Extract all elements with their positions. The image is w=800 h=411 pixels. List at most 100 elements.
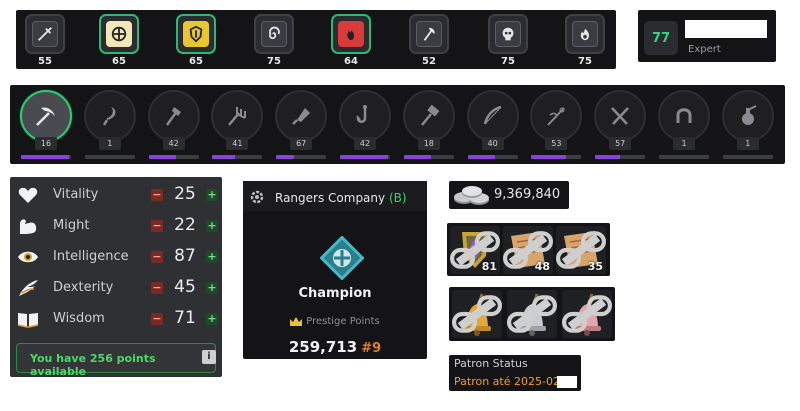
progress-bar-fill — [531, 155, 567, 159]
attribute-value: 25 — [174, 184, 196, 204]
gathering-skill-level: 16 — [35, 137, 57, 150]
coin-stack-icon — [454, 186, 489, 205]
info-icon[interactable]: i — [202, 350, 216, 364]
item-slot-gold-bell[interactable] — [452, 290, 502, 338]
increase-button[interactable]: + — [206, 189, 218, 201]
pickaxe-icon — [20, 90, 72, 142]
item-slot-scroll[interactable]: 48 — [503, 226, 553, 274]
guild-name: Rangers Company (B) — [275, 191, 407, 205]
gathering-skill-5[interactable]: 67 — [273, 90, 329, 162]
gathering-skill-9[interactable]: 53 — [528, 90, 584, 162]
target-icon — [106, 21, 132, 47]
decrease-button[interactable]: − — [151, 313, 163, 325]
combat-skill-5[interactable]: 64 — [328, 14, 374, 68]
progress-bar — [212, 155, 263, 159]
progress-bar — [659, 155, 709, 159]
chain-link-icon — [507, 295, 557, 333]
decrease-button[interactable]: − — [151, 189, 163, 201]
potion-icon — [721, 90, 774, 142]
bow-icon — [466, 90, 519, 142]
attribute-value: 87 — [174, 246, 196, 266]
attribute-row-vitality: Vitality − 25 + — [10, 182, 222, 208]
combat-skills-bar: 55 65 65 75 64 52 75 75 — [16, 10, 616, 69]
decrease-button[interactable]: − — [151, 220, 163, 232]
pitchfork-icon — [211, 90, 264, 142]
attribute-value: 71 — [174, 308, 196, 328]
progress-bar — [467, 155, 518, 159]
gathering-skill-6[interactable]: 42 — [337, 90, 393, 162]
dagger-icon — [32, 21, 58, 47]
progress-bar — [595, 155, 646, 159]
item-slot-amethyst-shield[interactable]: 81 — [450, 226, 500, 274]
progress-bar — [148, 155, 199, 159]
combat-skill-1[interactable]: 55 — [22, 14, 68, 68]
combat-skill-2[interactable]: 65 — [96, 14, 142, 68]
increase-button[interactable]: + — [206, 282, 218, 294]
item-quantity: 48 — [534, 260, 550, 273]
combat-skill-level: 52 — [422, 56, 436, 67]
item-slot-rose-bell[interactable] — [562, 290, 612, 338]
gathering-skill-level: 57 — [609, 137, 632, 150]
crown-icon — [290, 316, 303, 326]
gathering-skill-level: 53 — [545, 137, 568, 150]
gathering-skill-11[interactable]: 1 — [656, 90, 712, 162]
gathering-skill-7[interactable]: 18 — [401, 90, 457, 162]
gathering-skill-level: 67 — [290, 137, 313, 150]
guild-title: Champion — [298, 286, 372, 301]
attribute-value: 22 — [174, 215, 196, 235]
gathering-skill-level: 42 — [162, 137, 185, 150]
available-points-text: You have 256 points available — [30, 352, 156, 378]
item-quantity: 81 — [481, 260, 497, 273]
fork-knife-icon — [594, 90, 647, 142]
guild-card: Rangers Company (B) Champion Prestige Po… — [243, 181, 427, 359]
total-level-tier: Expert — [688, 44, 721, 55]
increase-button[interactable]: + — [206, 251, 218, 263]
attributes-panel: Vitality − 25 + Might − 22 + Intelligenc… — [10, 177, 222, 378]
gathering-skill-level: 1 — [673, 137, 695, 150]
decrease-button[interactable]: − — [151, 251, 163, 263]
attribute-name: Dexterity — [53, 280, 114, 295]
gathering-skill-10[interactable]: 57 — [592, 90, 648, 162]
combat-skill-level: 75 — [501, 56, 515, 67]
attribute-name: Intelligence — [53, 249, 129, 264]
gathering-skill-12[interactable]: 1 — [720, 90, 776, 162]
combat-skill-8[interactable]: 75 — [562, 14, 608, 68]
gathering-skill-level: 1 — [98, 137, 121, 150]
progress-bar-fill — [467, 155, 496, 159]
gathering-skill-level: 1 — [736, 137, 759, 150]
flexed-arm-icon — [16, 215, 40, 237]
wing-icon — [16, 277, 40, 299]
progress-bar — [531, 155, 582, 159]
combat-skill-6[interactable]: 52 — [406, 14, 452, 68]
gathering-skill-4[interactable]: 41 — [209, 90, 265, 162]
hammer-icon — [402, 90, 455, 142]
heart-icon — [16, 184, 40, 206]
gathering-skill-3[interactable]: 42 — [146, 90, 202, 162]
guild-header[interactable]: Rangers Company (B) — [243, 181, 427, 211]
gathering-skill-8[interactable]: 40 — [465, 90, 521, 162]
guild-rank: #9 — [361, 341, 382, 356]
combat-skill-level: 64 — [344, 56, 358, 67]
available-points-banner: You have 256 points available — [16, 343, 216, 378]
decrease-button[interactable]: − — [151, 282, 163, 294]
progress-bar-fill — [212, 155, 235, 159]
gathering-skills-bar: 16 1 42 41 67 42 18 40 53 57 1 1 — [10, 85, 785, 164]
spiral-icon — [261, 21, 287, 47]
total-level-value: 77 — [644, 21, 678, 55]
gathering-skill-1[interactable]: 16 — [18, 90, 74, 162]
increase-button[interactable]: + — [206, 313, 218, 325]
increase-button[interactable]: + — [206, 220, 218, 232]
combat-skill-level: 75 — [267, 56, 281, 67]
combat-skill-7[interactable]: 75 — [485, 14, 531, 68]
item-slot-silver-bell[interactable] — [507, 290, 557, 338]
guild-emblem-icon — [320, 236, 364, 280]
gathering-skill-2[interactable]: 1 — [82, 90, 138, 162]
attribute-value: 45 — [174, 277, 196, 297]
progress-bar — [340, 155, 390, 159]
combat-skill-3[interactable]: 65 — [173, 14, 219, 68]
item-slot-scroll[interactable]: 35 — [556, 226, 606, 274]
hatchet-icon — [147, 90, 200, 142]
combat-skill-4[interactable]: 75 — [251, 14, 297, 68]
horseshoe-icon — [658, 90, 710, 142]
guild-gear-icon — [250, 190, 264, 204]
